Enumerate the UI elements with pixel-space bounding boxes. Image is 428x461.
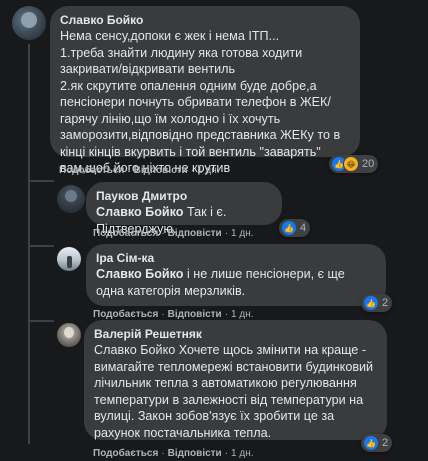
comment-author[interactable]: Пауков Дмитро bbox=[96, 189, 270, 204]
timestamp[interactable]: 1 дн. bbox=[231, 448, 253, 459]
avatar[interactable] bbox=[57, 323, 81, 347]
reaction-summary[interactable]: 👍 😂 20 bbox=[329, 155, 379, 173]
comment-bubble: Валерій Решетняк Славко Бойко Хочете щос… bbox=[84, 320, 387, 440]
like-icon: 👍 bbox=[363, 295, 379, 311]
reaction-summary[interactable]: 👍 2 bbox=[361, 434, 393, 452]
like-link[interactable]: Подобається bbox=[93, 448, 158, 459]
comment-author[interactable]: Валерій Решетняк bbox=[94, 327, 375, 342]
timestamp[interactable]: 1 дн. bbox=[231, 309, 253, 320]
like-icon: 👍 bbox=[363, 435, 379, 451]
thread-branch bbox=[28, 245, 54, 247]
like-link[interactable]: Подобається bbox=[93, 228, 158, 239]
comment-bubble: Славко Бойко Нема сенсу,допоки є жек і н… bbox=[50, 6, 360, 175]
comment-actions: Подобається · Відповісти · 1 дн. bbox=[59, 165, 220, 176]
reply-link[interactable]: Відповісти bbox=[168, 309, 222, 320]
timestamp[interactable]: 1 дн. bbox=[231, 228, 253, 239]
avatar[interactable] bbox=[57, 185, 85, 213]
avatar[interactable] bbox=[12, 6, 46, 40]
reaction-count: 20 bbox=[362, 158, 375, 170]
reaction-count: 2 bbox=[382, 297, 389, 309]
reaction-summary[interactable]: 👍 2 bbox=[361, 294, 393, 312]
haha-icon: 😂 bbox=[343, 156, 359, 172]
reaction-summary[interactable]: 👍 4 bbox=[279, 219, 311, 237]
reply-link[interactable]: Відповісти bbox=[134, 165, 188, 176]
reply-link[interactable]: Відповісти bbox=[168, 228, 222, 239]
reply-link[interactable]: Відповісти bbox=[168, 448, 222, 459]
comment-text: Нема сенсу,допоки є жек і нема ІТП... 1.… bbox=[60, 29, 341, 175]
like-link[interactable]: Подобається bbox=[59, 165, 124, 176]
avatar[interactable] bbox=[57, 247, 81, 271]
comment-author[interactable]: Іра Сім-ка bbox=[96, 251, 374, 266]
mention-link[interactable]: Славко Бойко bbox=[96, 267, 184, 281]
reaction-count: 2 bbox=[382, 437, 389, 449]
comment-author[interactable]: Славко Бойко bbox=[60, 13, 348, 28]
thread-branch bbox=[28, 320, 54, 322]
thread-line bbox=[28, 44, 30, 444]
comment-bubble: Іра Сім-ка Славко Бойко і не лише пенсіо… bbox=[86, 244, 386, 306]
comment-text: Славко Бойко Хочете щось змінити на кращ… bbox=[94, 343, 374, 440]
reaction-count: 4 bbox=[300, 222, 307, 234]
mention-link[interactable]: Славко Бойко bbox=[96, 205, 184, 219]
thread-branch bbox=[28, 180, 54, 182]
like-icon: 👍 bbox=[281, 220, 297, 236]
comment-actions: Подобається · Відповісти · 1 дн. bbox=[93, 228, 254, 239]
like-link[interactable]: Подобається bbox=[93, 309, 158, 320]
timestamp[interactable]: 1 дн. bbox=[197, 165, 219, 176]
comment-actions: Подобається · Відповісти · 1 дн. bbox=[93, 448, 254, 459]
comment-bubble: Пауков Дмитро Славко Бойко Так і є. Підт… bbox=[86, 182, 282, 236]
